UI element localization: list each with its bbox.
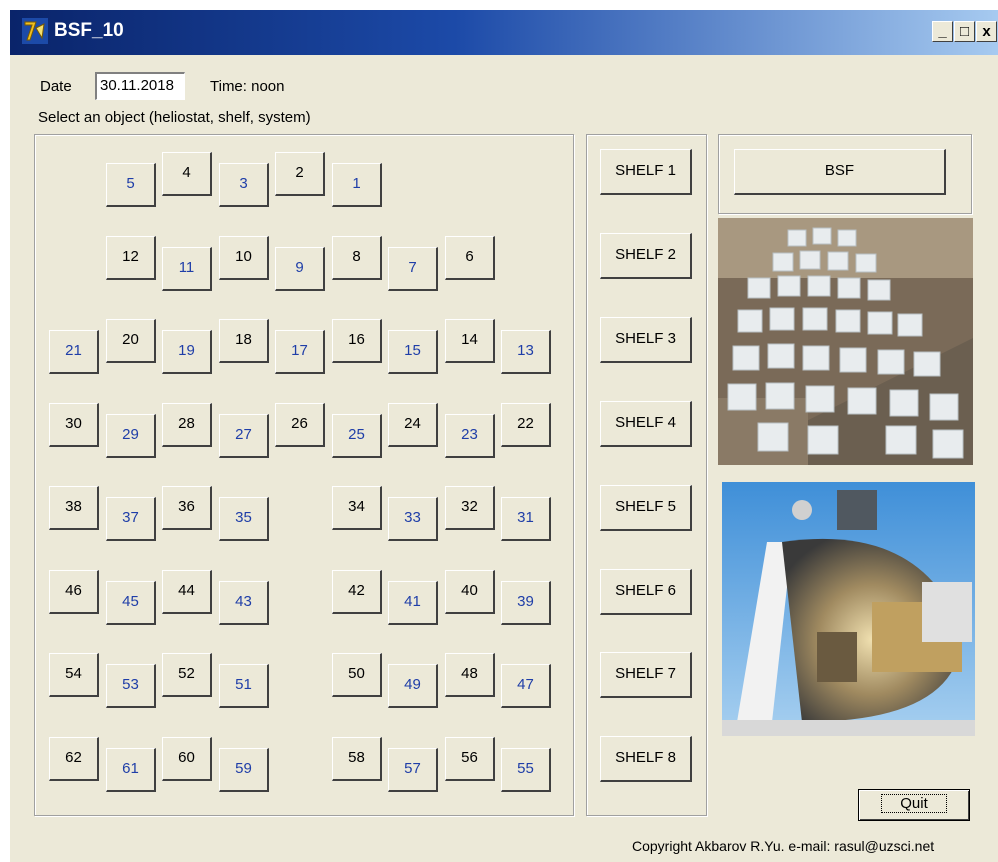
solar-furnace-photo: [722, 482, 975, 736]
heliostat-58-button[interactable]: 58: [332, 737, 382, 781]
heliostat-56-button[interactable]: 56: [445, 737, 495, 781]
heliostat-40-button[interactable]: 40: [445, 570, 495, 614]
heliostat-61-button[interactable]: 61: [106, 748, 156, 792]
heliostat-14-button[interactable]: 14: [445, 319, 495, 363]
heliostat-43-button[interactable]: 43: [219, 581, 269, 625]
heliostat-50-button[interactable]: 50: [332, 653, 382, 697]
heliostat-19-button[interactable]: 19: [162, 330, 212, 374]
heliostat-34-button[interactable]: 34: [332, 486, 382, 530]
heliostat-62-button[interactable]: 62: [49, 737, 99, 781]
copyright-text: Copyright Akbarov R.Yu. e-mail: rasul@uz…: [632, 838, 935, 854]
shelf-7-button[interactable]: SHELF 7: [600, 652, 692, 698]
heliostat-11-button[interactable]: 11: [162, 247, 212, 291]
heliostat-45-button[interactable]: 45: [106, 581, 156, 625]
heliostat-28-button[interactable]: 28: [162, 403, 212, 447]
heliostat-60-button[interactable]: 60: [162, 737, 212, 781]
heliostat-13-button[interactable]: 13: [501, 330, 551, 374]
heliostat-38-button[interactable]: 38: [49, 486, 99, 530]
quit-button[interactable]: Quit: [858, 789, 970, 821]
time-label: Time: noon: [210, 78, 285, 95]
heliostat-51-button[interactable]: 51: [219, 664, 269, 708]
date-field[interactable]: 30.11.2018: [95, 72, 185, 100]
heliostat-48-button[interactable]: 48: [445, 653, 495, 697]
shelf-6-button[interactable]: SHELF 6: [600, 569, 692, 615]
heliostat-27-button[interactable]: 27: [219, 414, 269, 458]
heliostat-1-button[interactable]: 1: [332, 163, 382, 207]
heliostat-37-button[interactable]: 37: [106, 497, 156, 541]
maximize-button[interactable]: □: [954, 21, 975, 42]
heliostat-52-button[interactable]: 52: [162, 653, 212, 697]
heliostat-25-button[interactable]: 25: [332, 414, 382, 458]
heliostat-53-button[interactable]: 53: [106, 664, 156, 708]
close-button[interactable]: x: [976, 21, 997, 42]
heliostat-57-button[interactable]: 57: [388, 748, 438, 792]
heliostat-9-button[interactable]: 9: [275, 247, 325, 291]
heliostat-32-button[interactable]: 32: [445, 486, 495, 530]
heliostat-47-button[interactable]: 47: [501, 664, 551, 708]
app-window: BSF_10 _ □ x Date 30.11.2018 Time: noon …: [10, 10, 998, 862]
instruction-label: Select an object (heliostat, shelf, syst…: [38, 109, 311, 126]
heliostat-18-button[interactable]: 18: [219, 319, 269, 363]
window-title: BSF_10: [54, 20, 124, 41]
shelf-1-button[interactable]: SHELF 1: [600, 149, 692, 195]
heliostat-49-button[interactable]: 49: [388, 664, 438, 708]
heliostat-10-button[interactable]: 10: [219, 236, 269, 280]
shelf-5-button[interactable]: SHELF 5: [600, 485, 692, 531]
heliostat-20-button[interactable]: 20: [106, 319, 156, 363]
heliostat-26-button[interactable]: 26: [275, 403, 325, 447]
heliostat-44-button[interactable]: 44: [162, 570, 212, 614]
heliostat-55-button[interactable]: 55: [501, 748, 551, 792]
quit-button-label: Quit: [881, 794, 947, 813]
heliostat-33-button[interactable]: 33: [388, 497, 438, 541]
heliostat-36-button[interactable]: 36: [162, 486, 212, 530]
heliostat-42-button[interactable]: 42: [332, 570, 382, 614]
heliostat-15-button[interactable]: 15: [388, 330, 438, 374]
heliostat-3-button[interactable]: 3: [219, 163, 269, 207]
heliostat-17-button[interactable]: 17: [275, 330, 325, 374]
heliostat-59-button[interactable]: 59: [219, 748, 269, 792]
heliostat-23-button[interactable]: 23: [445, 414, 495, 458]
heliostat-35-button[interactable]: 35: [219, 497, 269, 541]
heliostat-24-button[interactable]: 24: [388, 403, 438, 447]
date-label: Date: [40, 78, 72, 95]
heliostat-7-button[interactable]: 7: [388, 247, 438, 291]
heliostat-31-button[interactable]: 31: [501, 497, 551, 541]
heliostat-4-button[interactable]: 4: [162, 152, 212, 196]
heliostat-30-button[interactable]: 30: [49, 403, 99, 447]
heliostat-5-button[interactable]: 5: [106, 163, 156, 207]
bsf-system-button[interactable]: BSF: [734, 149, 946, 195]
shelf-4-button[interactable]: SHELF 4: [600, 401, 692, 447]
heliostat-6-button[interactable]: 6: [445, 236, 495, 280]
heliostat-21-button[interactable]: 21: [49, 330, 99, 374]
heliostat-22-button[interactable]: 22: [501, 403, 551, 447]
heliostat-12-button[interactable]: 12: [106, 236, 156, 280]
heliostat-field-photo: [718, 218, 973, 465]
heliostat-39-button[interactable]: 39: [501, 581, 551, 625]
shelf-2-button[interactable]: SHELF 2: [600, 233, 692, 279]
heliostat-46-button[interactable]: 46: [49, 570, 99, 614]
app-icon: [22, 18, 48, 44]
shelf-8-button[interactable]: SHELF 8: [600, 736, 692, 782]
heliostat-54-button[interactable]: 54: [49, 653, 99, 697]
heliostat-8-button[interactable]: 8: [332, 236, 382, 280]
heliostat-29-button[interactable]: 29: [106, 414, 156, 458]
shelf-3-button[interactable]: SHELF 3: [600, 317, 692, 363]
title-bar[interactable]: BSF_10 _ □ x: [10, 10, 998, 55]
minimize-button[interactable]: _: [932, 21, 953, 42]
heliostat-16-button[interactable]: 16: [332, 319, 382, 363]
heliostat-41-button[interactable]: 41: [388, 581, 438, 625]
heliostat-2-button[interactable]: 2: [275, 152, 325, 196]
